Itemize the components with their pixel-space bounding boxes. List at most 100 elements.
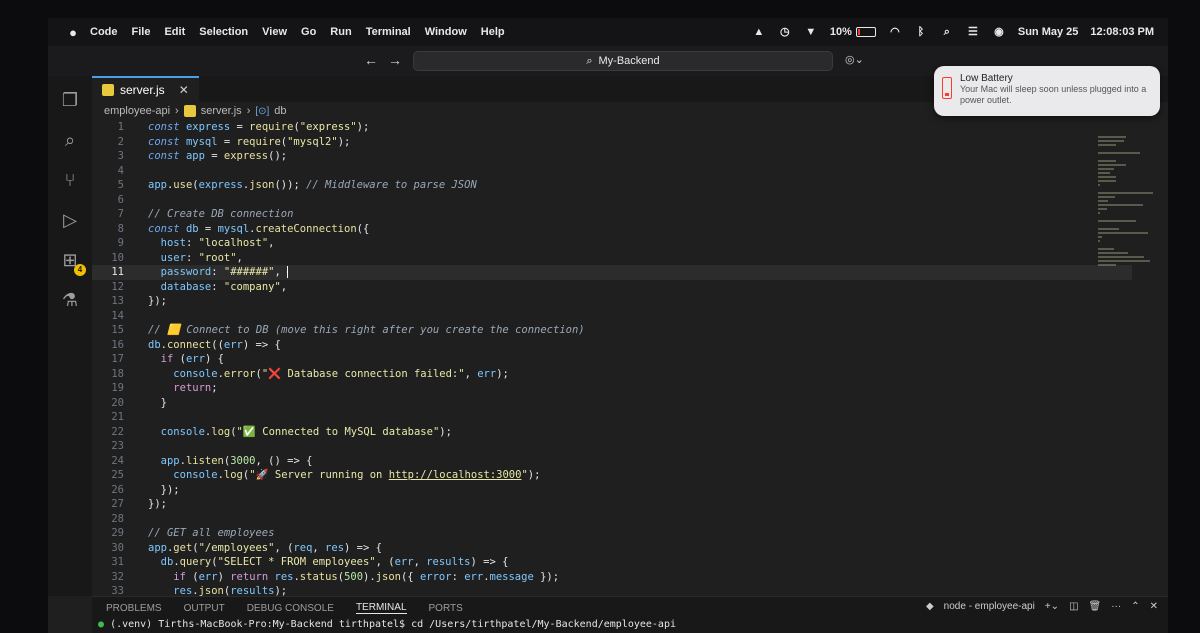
- testing-icon[interactable]: ⚗: [58, 288, 82, 312]
- code-line[interactable]: 22 console.log("✅ Connected to MySQL dat…: [92, 425, 1132, 440]
- code-line[interactable]: 2 const mysql = require("mysql2");: [92, 135, 1132, 150]
- breadcrumb-folder[interactable]: employee-api: [104, 105, 170, 117]
- maximize-panel-icon[interactable]: ⌃: [1131, 601, 1139, 612]
- line-number: 5: [117, 179, 124, 191]
- copilot-icon[interactable]: ◎⌄: [845, 53, 864, 66]
- code-line[interactable]: 24 app.listen(3000, () => {: [92, 454, 1132, 469]
- forward-arrow-icon[interactable]: →: [388, 52, 402, 68]
- back-arrow-icon[interactable]: ←: [364, 52, 378, 68]
- code-line[interactable]: 4: [92, 164, 1132, 179]
- code-line[interactable]: 18 console.error("❌ Database connection …: [92, 367, 1132, 382]
- new-terminal-icon[interactable]: +⌄: [1045, 601, 1059, 612]
- code-line[interactable]: 13});: [92, 294, 1132, 309]
- menu-time[interactable]: 12:08:03 PM: [1090, 26, 1154, 38]
- code-line[interactable]: 32 if (err) return res.status(500).json(…: [92, 570, 1132, 585]
- code-text: const mysql = require("mysql2");: [128, 135, 350, 150]
- code-line[interactable]: 26 });: [92, 483, 1132, 498]
- control-center-icon[interactable]: ☰: [966, 26, 980, 38]
- minimap[interactable]: [1098, 136, 1158, 266]
- code-line[interactable]: 21: [92, 410, 1132, 425]
- panel-tab-output[interactable]: OUTPUT: [184, 603, 225, 614]
- code-line[interactable]: 17 if (err) {: [92, 352, 1132, 367]
- code-line[interactable]: 8 const db = mysql.createConnection({: [92, 222, 1132, 237]
- menu-date[interactable]: Sun May 25: [1018, 26, 1079, 38]
- code-line[interactable]: 29 // GET all employees: [92, 526, 1132, 541]
- source-control-icon[interactable]: ⑂: [58, 168, 82, 192]
- terminal-name[interactable]: node - employee-api: [944, 601, 1035, 612]
- close-tab-icon[interactable]: ✕: [179, 83, 189, 97]
- close-panel-icon[interactable]: ✕: [1150, 601, 1158, 612]
- apple-icon[interactable]: ●: [64, 25, 82, 40]
- trash-icon[interactable]: 🗑: [1089, 601, 1102, 612]
- minimap-line: [1098, 264, 1116, 266]
- upload-icon[interactable]: ▲: [752, 26, 766, 38]
- code-line[interactable]: 7 // Create DB connection: [92, 207, 1132, 222]
- code-line[interactable]: 11 password: "######",: [92, 265, 1132, 280]
- battery-status[interactable]: 10%: [830, 26, 876, 38]
- code-line[interactable]: 25 console.log("🚀 Server running on http…: [92, 468, 1132, 483]
- menu-selection[interactable]: Selection: [199, 26, 248, 38]
- tab-server-js[interactable]: server.js ✕: [92, 76, 199, 102]
- menu-app-name[interactable]: Code: [90, 26, 118, 38]
- low-battery-notification[interactable]: Low Battery Your Mac will sleep soon unl…: [934, 66, 1160, 116]
- code-token: "######": [223, 266, 275, 278]
- wifi-icon[interactable]: ◠: [888, 26, 902, 38]
- cup-icon[interactable]: ▼: [804, 26, 818, 38]
- code-line[interactable]: 16 db.connect((err) => {: [92, 338, 1132, 353]
- code-line[interactable]: 12 database: "company",: [92, 280, 1132, 295]
- run-debug-icon[interactable]: ▷: [58, 208, 82, 232]
- panel-tab-terminal[interactable]: TERMINAL: [355, 602, 407, 614]
- code-line[interactable]: 10 user: "root",: [92, 251, 1132, 266]
- panel-tab-problems[interactable]: PROBLEMS: [106, 603, 162, 614]
- screen: ● Code File Edit Selection View Go Run T…: [48, 18, 1168, 633]
- code-line[interactable]: 15 // 🟨 Connect to DB (move this right af…: [92, 323, 1132, 338]
- menu-help[interactable]: Help: [481, 26, 505, 38]
- line-number: 9: [117, 237, 124, 249]
- bluetooth-icon[interactable]: ᛒ: [914, 26, 928, 38]
- code-line[interactable]: 14: [92, 309, 1132, 324]
- code-token: ,: [268, 237, 275, 249]
- code-line[interactable]: 20 }: [92, 396, 1132, 411]
- code-token: =: [217, 135, 237, 148]
- code-line[interactable]: 6: [92, 193, 1132, 208]
- code-line[interactable]: 5 app.use(express.json()); // Middleware …: [92, 178, 1132, 193]
- command-center-search[interactable]: ⌕ My-Backend: [413, 51, 833, 71]
- code-line[interactable]: 23: [92, 439, 1132, 454]
- menu-window[interactable]: Window: [425, 26, 467, 38]
- code-line[interactable]: 9 host: "localhost",: [92, 236, 1132, 251]
- explorer-icon[interactable]: ❐: [58, 88, 82, 112]
- line-number: 25: [111, 469, 124, 481]
- panel-tab-ports[interactable]: PORTS: [429, 603, 463, 614]
- menu-edit[interactable]: Edit: [164, 26, 185, 38]
- code-token: if: [173, 570, 186, 583]
- menu-view[interactable]: View: [262, 26, 287, 38]
- code-line[interactable]: 28: [92, 512, 1132, 527]
- extensions-icon[interactable]: ⊞ 4: [58, 248, 86, 276]
- breadcrumb-file[interactable]: server.js: [201, 105, 242, 117]
- more-actions-icon[interactable]: ···: [1111, 601, 1121, 612]
- menu-terminal[interactable]: Terminal: [366, 26, 411, 38]
- menu-file[interactable]: File: [132, 26, 151, 38]
- code-line[interactable]: 1 const express = require("express");: [92, 120, 1132, 135]
- terminal-output[interactable]: ● (.venv) Tirths-MacBook-Pro:My-Backend …: [92, 619, 1168, 630]
- code-line[interactable]: 3 const app = express();: [92, 149, 1132, 164]
- breadcrumb-symbol[interactable]: db: [274, 105, 286, 117]
- code-token: const: [148, 150, 186, 162]
- panel-tab-debug-console[interactable]: DEBUG CONSOLE: [247, 603, 334, 614]
- code-line[interactable]: 19 return;: [92, 381, 1132, 396]
- code-token: });: [148, 295, 167, 307]
- split-terminal-icon[interactable]: ◫: [1069, 601, 1078, 612]
- code-token: password: [160, 266, 212, 278]
- code-line[interactable]: 31 db.query("SELECT * FROM employees", (…: [92, 555, 1132, 570]
- spotlight-icon[interactable]: ⌕: [940, 26, 954, 38]
- code-line[interactable]: 30 app.get("/employees", (req, res) => {: [92, 541, 1132, 556]
- code-token: "✅ Connected to MySQL database": [236, 425, 440, 438]
- search-icon[interactable]: ⌕: [58, 128, 82, 152]
- menu-run[interactable]: Run: [330, 26, 351, 38]
- code-line[interactable]: 27});: [92, 497, 1132, 512]
- clock-icon[interactable]: ◷: [778, 26, 792, 38]
- code-editor[interactable]: 1 const express = require("express"); 2 con…: [92, 120, 1132, 597]
- siri-icon[interactable]: ◉: [992, 26, 1006, 38]
- minimap-line: [1098, 144, 1116, 146]
- menu-go[interactable]: Go: [301, 26, 316, 38]
